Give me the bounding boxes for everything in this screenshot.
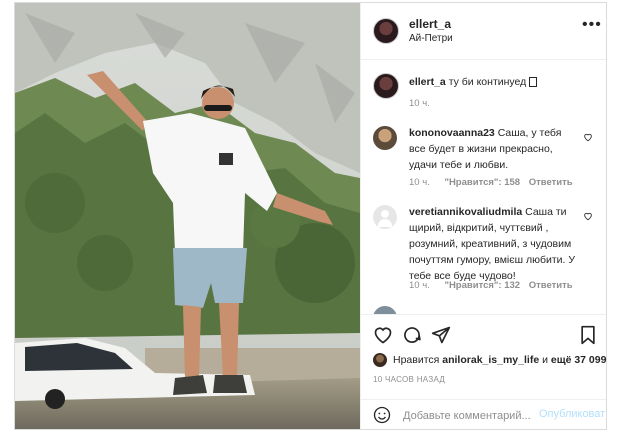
post-timestamp[interactable]: 10 ЧАСОВ НАЗАД [373,375,445,384]
comment-avatar[interactable] [373,126,397,150]
likes-and: и [542,354,548,366]
caption-time: 10 ч. [409,98,430,109]
likes-summary: Нравится anilorak_is_my_life и ещё 37 09… [393,354,606,366]
comment-icon[interactable] [402,325,422,345]
post-actions: Нравится anilorak_is_my_life и ещё 37 09… [361,314,606,429]
comment-meta: 10 ч. "Нравится": 158 Ответить [409,177,573,188]
comment-avatar[interactable] [373,205,397,229]
caption-emoji-icon [529,77,538,88]
liker-username[interactable]: anilorak_is_my_life [442,354,539,366]
comment-reply-button[interactable]: Ответить [529,280,573,291]
likes-prefix: Нравится [393,354,440,366]
post-header: ellert_a Ай-Петри ••• [361,3,606,60]
comment-reply-button[interactable]: Ответить [529,177,573,188]
caption-body: ту би континуед [448,76,527,88]
likes-count[interactable]: ещё 37 099 [551,354,606,366]
comment-text: kononovaanna23 Саша, у тебя все будет в … [409,125,579,173]
comment-text: veretiannikovaliudmila Саша ти щирий, ві… [409,204,579,284]
share-icon[interactable] [431,325,451,345]
comment-like-icon[interactable] [583,211,593,221]
caption-username[interactable]: ellert_a [409,76,446,88]
comment-username[interactable]: kononovaanna23 [409,127,495,139]
comment-likes[interactable]: "Нравится": 158 [444,177,520,188]
more-options-icon[interactable]: ••• [582,16,602,34]
default-avatar-icon [381,210,389,218]
comment-meta: 10 ч. "Нравится": 132 Ответить [409,280,573,291]
liker-avatar[interactable] [373,353,387,367]
comment-avatar[interactable] [373,306,397,314]
comment-username[interactable]: veretiannikovaliudmila [409,206,522,218]
comment-like-icon[interactable] [583,132,593,142]
heart-icon[interactable] [373,325,393,345]
caption-avatar[interactable] [373,73,399,99]
author-avatar[interactable] [373,18,399,44]
post-location[interactable]: Ай-Петри [409,33,453,44]
author-username[interactable]: ellert_a [409,17,451,31]
post-side-panel: ellert_a Ай-Петри ••• ellert_a ту би кон… [360,3,606,429]
caption-text: ellert_a ту би континуед [409,74,589,90]
add-comment-input[interactable] [401,407,545,425]
bookmark-icon[interactable] [578,325,598,345]
comment-time: 10 ч. [409,280,430,291]
emoji-icon[interactable] [373,406,391,424]
default-avatar-body [378,219,392,227]
comment-time: 10 ч. [409,177,430,188]
comments-list: ellert_a ту би континуед 10 ч. kononovaa… [361,60,606,314]
comment-likes[interactable]: "Нравится": 132 [444,280,520,291]
publish-button[interactable]: Опубликовать [539,408,606,420]
post-dialog: ellert_a Ай-Петри ••• ellert_a ту би кон… [14,2,607,430]
add-comment-bar: Опубликовать [361,399,606,429]
post-photo[interactable] [15,3,360,429]
photo-illustration [15,3,360,429]
